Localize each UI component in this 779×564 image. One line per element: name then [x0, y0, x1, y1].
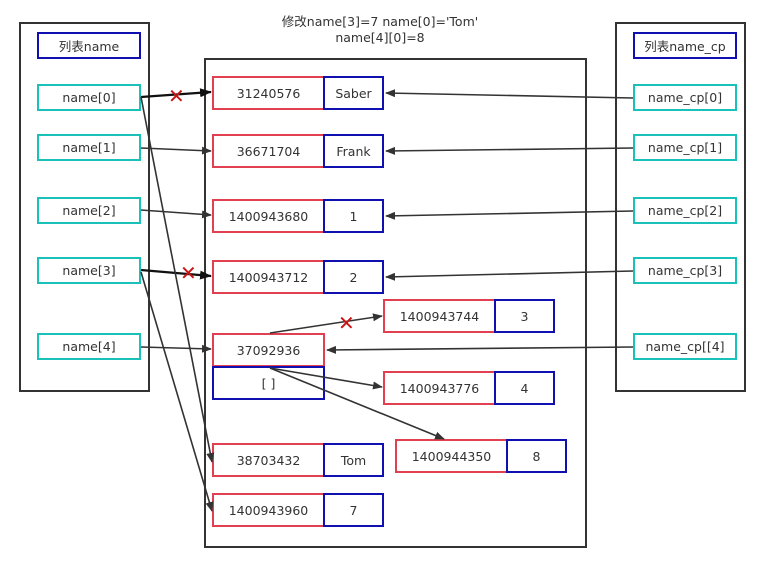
right-list-header: 列表name_cp [633, 32, 737, 59]
cell-value: 4 [494, 371, 555, 405]
right-list-item-0: name_cp[0] [633, 84, 737, 111]
left-list-item-0: name[0] [37, 84, 141, 111]
title-line-1: 修改name[3]=7 name[0]='Tom' [281, 14, 479, 29]
arrow-name0-new [140, 96, 215, 463]
cell-value: Tom [323, 443, 384, 477]
cell-address: 1400943776 [383, 371, 496, 405]
arrow-name4 [140, 344, 212, 353]
title-line-2: name[4][0]=8 [335, 30, 425, 45]
cell-address: 1400943744 [383, 299, 496, 333]
cut-mark-name0: ✕ [168, 84, 185, 108]
left-list-item-3: name[3] [37, 257, 141, 284]
cell-address: 38703432 [212, 443, 325, 477]
diagram-title: 修改name[3]=7 name[0]='Tom' name[4][0]=8 [230, 14, 530, 46]
cell-address: 1400944350 [395, 439, 508, 473]
cell-address: 37092936 [212, 333, 325, 367]
cell-address: 1400943680 [212, 199, 325, 233]
right-list-item-2: name_cp[2] [633, 197, 737, 224]
cell-value: Saber [323, 76, 384, 110]
cell-value: 1 [323, 199, 384, 233]
right-list-item-4: name_cp[[4] [633, 333, 737, 360]
cell-address: 1400943960 [212, 493, 325, 527]
arrow-name3-old [140, 268, 212, 280]
arrow-name1 [140, 146, 212, 155]
left-list-item-2: name[2] [37, 197, 141, 224]
cell-address: 1400943712 [212, 260, 325, 294]
right-list-item-1: name_cp[1] [633, 134, 737, 161]
cell-address: 36671704 [212, 134, 325, 168]
cell-value: 8 [506, 439, 567, 473]
left-list-item-1: name[1] [37, 134, 141, 161]
cell-value: 2 [323, 260, 384, 294]
cell-value: [ ] [212, 366, 325, 400]
cell-address: 31240576 [212, 76, 325, 110]
cell-value: 3 [494, 299, 555, 333]
cut-mark-sublist-0: ✕ [338, 311, 355, 335]
left-list-item-4: name[4] [37, 333, 141, 360]
cut-mark-name3: ✕ [180, 261, 197, 285]
cell-value: 7 [323, 493, 384, 527]
arrow-name2 [140, 209, 212, 219]
cell-value: Frank [323, 134, 384, 168]
right-list-item-3: name_cp[3] [633, 257, 737, 284]
left-list-header: 列表name [37, 32, 141, 59]
arrow-name3-new [140, 271, 214, 512]
